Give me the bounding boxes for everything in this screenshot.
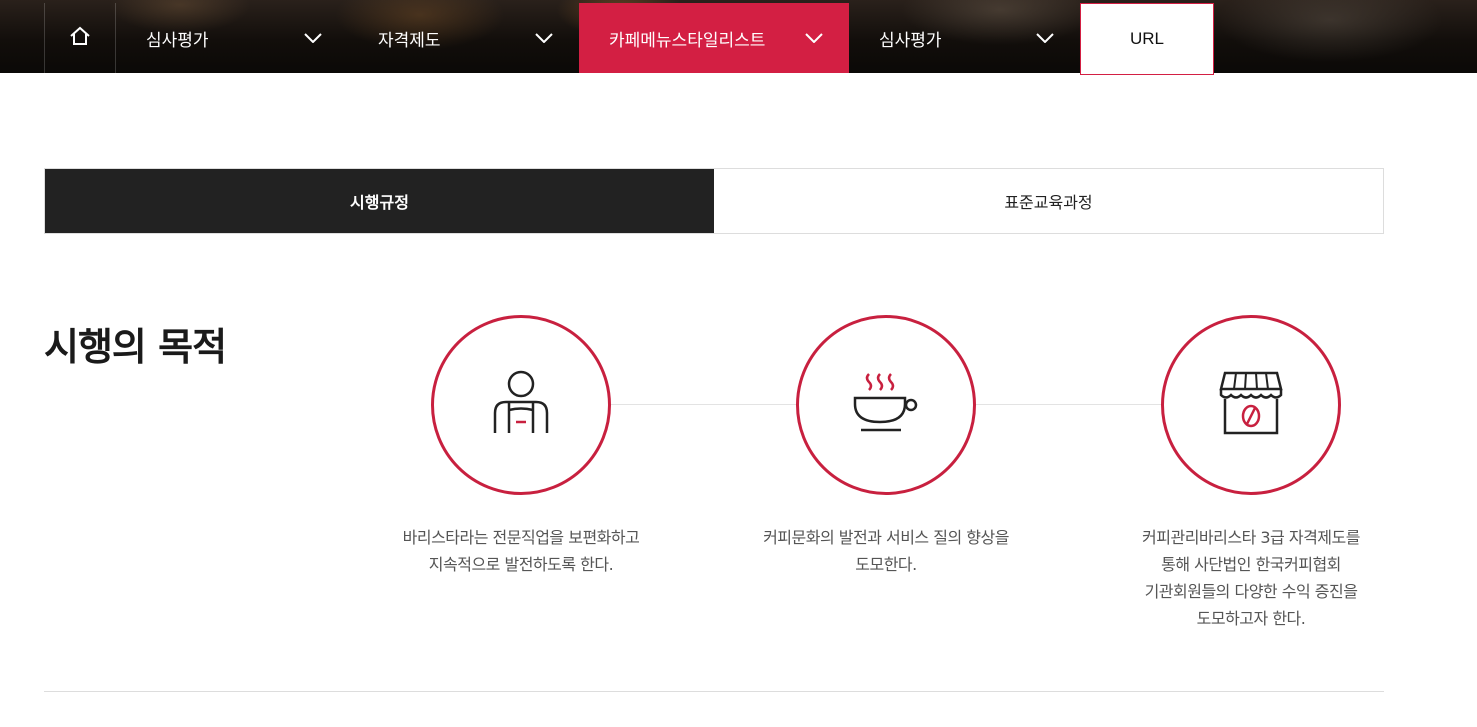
nav-item-label: 심사평가 [879,30,942,51]
description-line: 바리스타라는 전문직업을 보편화하고 [402,528,640,547]
chevron-down-icon [805,33,823,43]
nav-item-evaluation[interactable]: 심사평가 [116,3,348,73]
coffee-cup-icon [851,370,921,440]
nav-item-label: 심사평가 [146,30,209,51]
description-line: 도모하고자 한다. [1196,609,1306,628]
section-title: 시행의 목적 [44,325,227,369]
nav-item-evaluation-2[interactable]: 심사평가 [849,3,1080,73]
purpose-circle-3 [1161,315,1341,495]
purpose-circle-1 [431,315,611,495]
tab-label: 시행규정 [350,193,409,212]
chevron-down-icon [304,33,322,43]
description-line: 통해 사단법인 한국커피협회 [1161,555,1341,574]
section-divider [44,691,1384,692]
nav-item-label: 카페메뉴스타일리스트 [609,30,766,51]
tab-standard-curriculum[interactable]: 표준교육과정 [714,169,1383,233]
url-label: URL [1129,29,1164,48]
description-line: 기관회원들의 다양한 수익 증진을 [1144,582,1358,601]
description-line: 커피관리바리스타 3급 자격제도를 [1142,528,1360,547]
purpose-description-3: 커피관리바리스타 3급 자격제도를 통해 사단법인 한국커피협회 기관회원들의 … [1071,524,1431,632]
home-button[interactable] [44,3,116,73]
nav-item-certification[interactable]: 자격제도 [348,3,579,73]
nav-item-label: 자격제도 [378,30,441,51]
nav-item-cafe-menu-stylist[interactable]: 카페메뉴스타일리스트 [579,3,849,73]
top-navigation: 심사평가 자격제도 카페메뉴스타일리스트 심사평가 URL [0,0,1477,75]
home-icon [69,25,91,51]
chevron-down-icon [1036,33,1054,43]
coffee-shop-icon [1217,369,1285,441]
purpose-circle-2 [796,315,976,495]
barista-icon [489,369,553,441]
description-line: 커피문화의 발전과 서비스 질의 향상을 [763,528,1009,547]
content-tabs: 시행규정 표준교육과정 [44,168,1384,234]
tab-label: 표준교육과정 [1004,193,1093,212]
purpose-description-2: 커피문화의 발전과 서비스 질의 향상을 도모한다. [706,524,1066,578]
description-line: 지속적으로 발전하도록 한다. [428,555,614,574]
url-button[interactable]: URL [1080,3,1214,75]
chevron-down-icon [535,33,553,43]
tab-regulations[interactable]: 시행규정 [45,169,714,233]
purpose-description-1: 바리스타라는 전문직업을 보편화하고 지속적으로 발전하도록 한다. [341,524,701,578]
description-line: 도모한다. [855,555,917,574]
